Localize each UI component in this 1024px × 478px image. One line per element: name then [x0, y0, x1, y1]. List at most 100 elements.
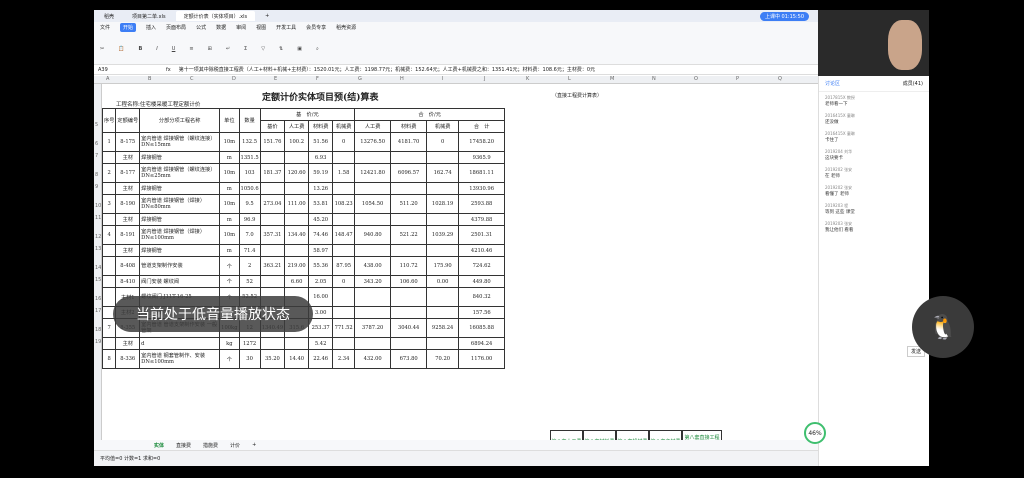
- cell[interactable]: [390, 306, 428, 319]
- cell[interactable]: 主材: [115, 244, 141, 257]
- class-status[interactable]: 上课中 01:15:50: [759, 11, 809, 21]
- column-letter[interactable]: C: [190, 76, 194, 82]
- cell[interactable]: 219.00: [284, 256, 310, 276]
- menu-insert[interactable]: 插入: [146, 24, 156, 31]
- cell[interactable]: 438.00: [354, 256, 392, 276]
- sheet-tab-price[interactable]: 计价: [230, 442, 240, 449]
- column-letter[interactable]: G: [358, 76, 362, 82]
- row-number[interactable]: 8: [95, 172, 98, 178]
- cell[interactable]: 53.81: [308, 194, 334, 214]
- cell[interactable]: 合 价/元: [354, 108, 506, 121]
- cell[interactable]: [354, 337, 392, 350]
- column-letter[interactable]: A: [106, 76, 109, 82]
- cell[interactable]: 96.9: [238, 213, 261, 226]
- cell[interactable]: [101, 244, 117, 257]
- cell[interactable]: [101, 213, 117, 226]
- cell[interactable]: 771.52: [332, 318, 356, 338]
- fill-icon[interactable]: ▣: [297, 46, 302, 52]
- cell[interactable]: 3040.44: [390, 318, 428, 338]
- cell[interactable]: 106.60: [390, 275, 428, 288]
- cell[interactable]: [101, 337, 117, 350]
- cell[interactable]: 940.80: [354, 225, 392, 245]
- cell[interactable]: 181.37: [259, 163, 286, 183]
- cell[interactable]: [390, 337, 428, 350]
- cell[interactable]: [101, 256, 117, 276]
- cell[interactable]: 148.47: [332, 225, 356, 245]
- cell[interactable]: [332, 151, 356, 164]
- column-letter[interactable]: P: [736, 76, 739, 82]
- cell[interactable]: 个: [219, 275, 240, 288]
- cell[interactable]: 100.2: [284, 132, 310, 152]
- row-number[interactable]: 11: [95, 215, 101, 221]
- cell[interactable]: 10m: [219, 163, 240, 183]
- cell[interactable]: [101, 287, 117, 307]
- cell[interactable]: 2501.31: [458, 225, 506, 245]
- cell[interactable]: 基 价/元: [259, 108, 356, 121]
- cell[interactable]: 13930.96: [458, 182, 506, 195]
- cell[interactable]: 363.21: [259, 256, 286, 276]
- cell[interactable]: 0: [332, 132, 356, 152]
- cell[interactable]: 0: [332, 275, 356, 288]
- cell[interactable]: 定额编号: [115, 108, 141, 133]
- row-number[interactable]: 15: [95, 277, 101, 283]
- merge-icon[interactable]: ⊞: [208, 46, 212, 52]
- row-number[interactable]: 17: [95, 308, 101, 314]
- filter-icon[interactable]: ▽: [261, 46, 265, 52]
- cell[interactable]: 材料费: [308, 120, 334, 133]
- cell[interactable]: [332, 287, 356, 307]
- cell[interactable]: 3: [101, 194, 117, 214]
- column-letter[interactable]: Q: [778, 76, 782, 82]
- cell[interactable]: 18681.11: [458, 163, 506, 183]
- cell[interactable]: 9.5: [238, 194, 261, 214]
- cell[interactable]: 8-191: [115, 225, 141, 245]
- cell[interactable]: 主材: [115, 182, 141, 195]
- tab-file-active[interactable]: 定额计价表（实体项目）.xls: [175, 11, 256, 21]
- name-box[interactable]: A39: [98, 67, 158, 73]
- cell[interactable]: [284, 151, 310, 164]
- cell[interactable]: [332, 213, 356, 226]
- column-letter[interactable]: L: [568, 76, 571, 82]
- cell[interactable]: [284, 337, 310, 350]
- qq-penguin-icon[interactable]: 🐧: [912, 296, 974, 358]
- cell[interactable]: [332, 182, 356, 195]
- row-number[interactable]: 10: [95, 203, 101, 209]
- cell[interactable]: [390, 151, 428, 164]
- cell[interactable]: 机械费: [332, 120, 356, 133]
- cell[interactable]: 焊接钢管: [139, 244, 221, 257]
- cell[interactable]: 人工费: [284, 120, 310, 133]
- cell[interactable]: 4210.46: [458, 244, 506, 257]
- cell[interactable]: 3787.20: [354, 318, 392, 338]
- paste-icon[interactable]: 📋: [118, 46, 124, 52]
- add-tab-button[interactable]: +: [257, 11, 277, 21]
- cell[interactable]: [332, 337, 356, 350]
- tab-discussion[interactable]: 讨论区: [825, 80, 840, 87]
- column-letter[interactable]: D: [232, 76, 236, 82]
- cell[interactable]: [284, 244, 310, 257]
- cell[interactable]: [390, 244, 428, 257]
- cut-icon[interactable]: ✂: [100, 46, 104, 52]
- column-letter[interactable]: E: [274, 76, 277, 82]
- cell[interactable]: 17458.20: [458, 132, 506, 152]
- cell[interactable]: [101, 182, 117, 195]
- cell[interactable]: 103: [238, 163, 261, 183]
- find-icon[interactable]: ⌕: [316, 46, 319, 52]
- cell[interactable]: 840.32: [458, 287, 506, 307]
- cell[interactable]: 151.76: [259, 132, 286, 152]
- cell[interactable]: 108.23: [332, 194, 356, 214]
- cell[interactable]: 1351.5: [238, 151, 261, 164]
- row-number[interactable]: 6: [95, 141, 98, 147]
- menu-file[interactable]: 文件: [100, 24, 110, 31]
- cell[interactable]: 30: [238, 349, 261, 369]
- cell[interactable]: 175.90: [426, 256, 460, 276]
- cell[interactable]: [332, 244, 356, 257]
- cell[interactable]: 焊接钢管: [139, 182, 221, 195]
- cell[interactable]: 2.34: [332, 349, 356, 369]
- cell[interactable]: 724.62: [458, 256, 506, 276]
- cell[interactable]: 4: [101, 225, 117, 245]
- cell[interactable]: 个: [219, 349, 240, 369]
- cell[interactable]: 22.46: [308, 349, 334, 369]
- cell[interactable]: [259, 213, 286, 226]
- cell[interactable]: 焊接钢管: [139, 213, 221, 226]
- cell[interactable]: 87.95: [332, 256, 356, 276]
- cell[interactable]: 14.40: [284, 349, 310, 369]
